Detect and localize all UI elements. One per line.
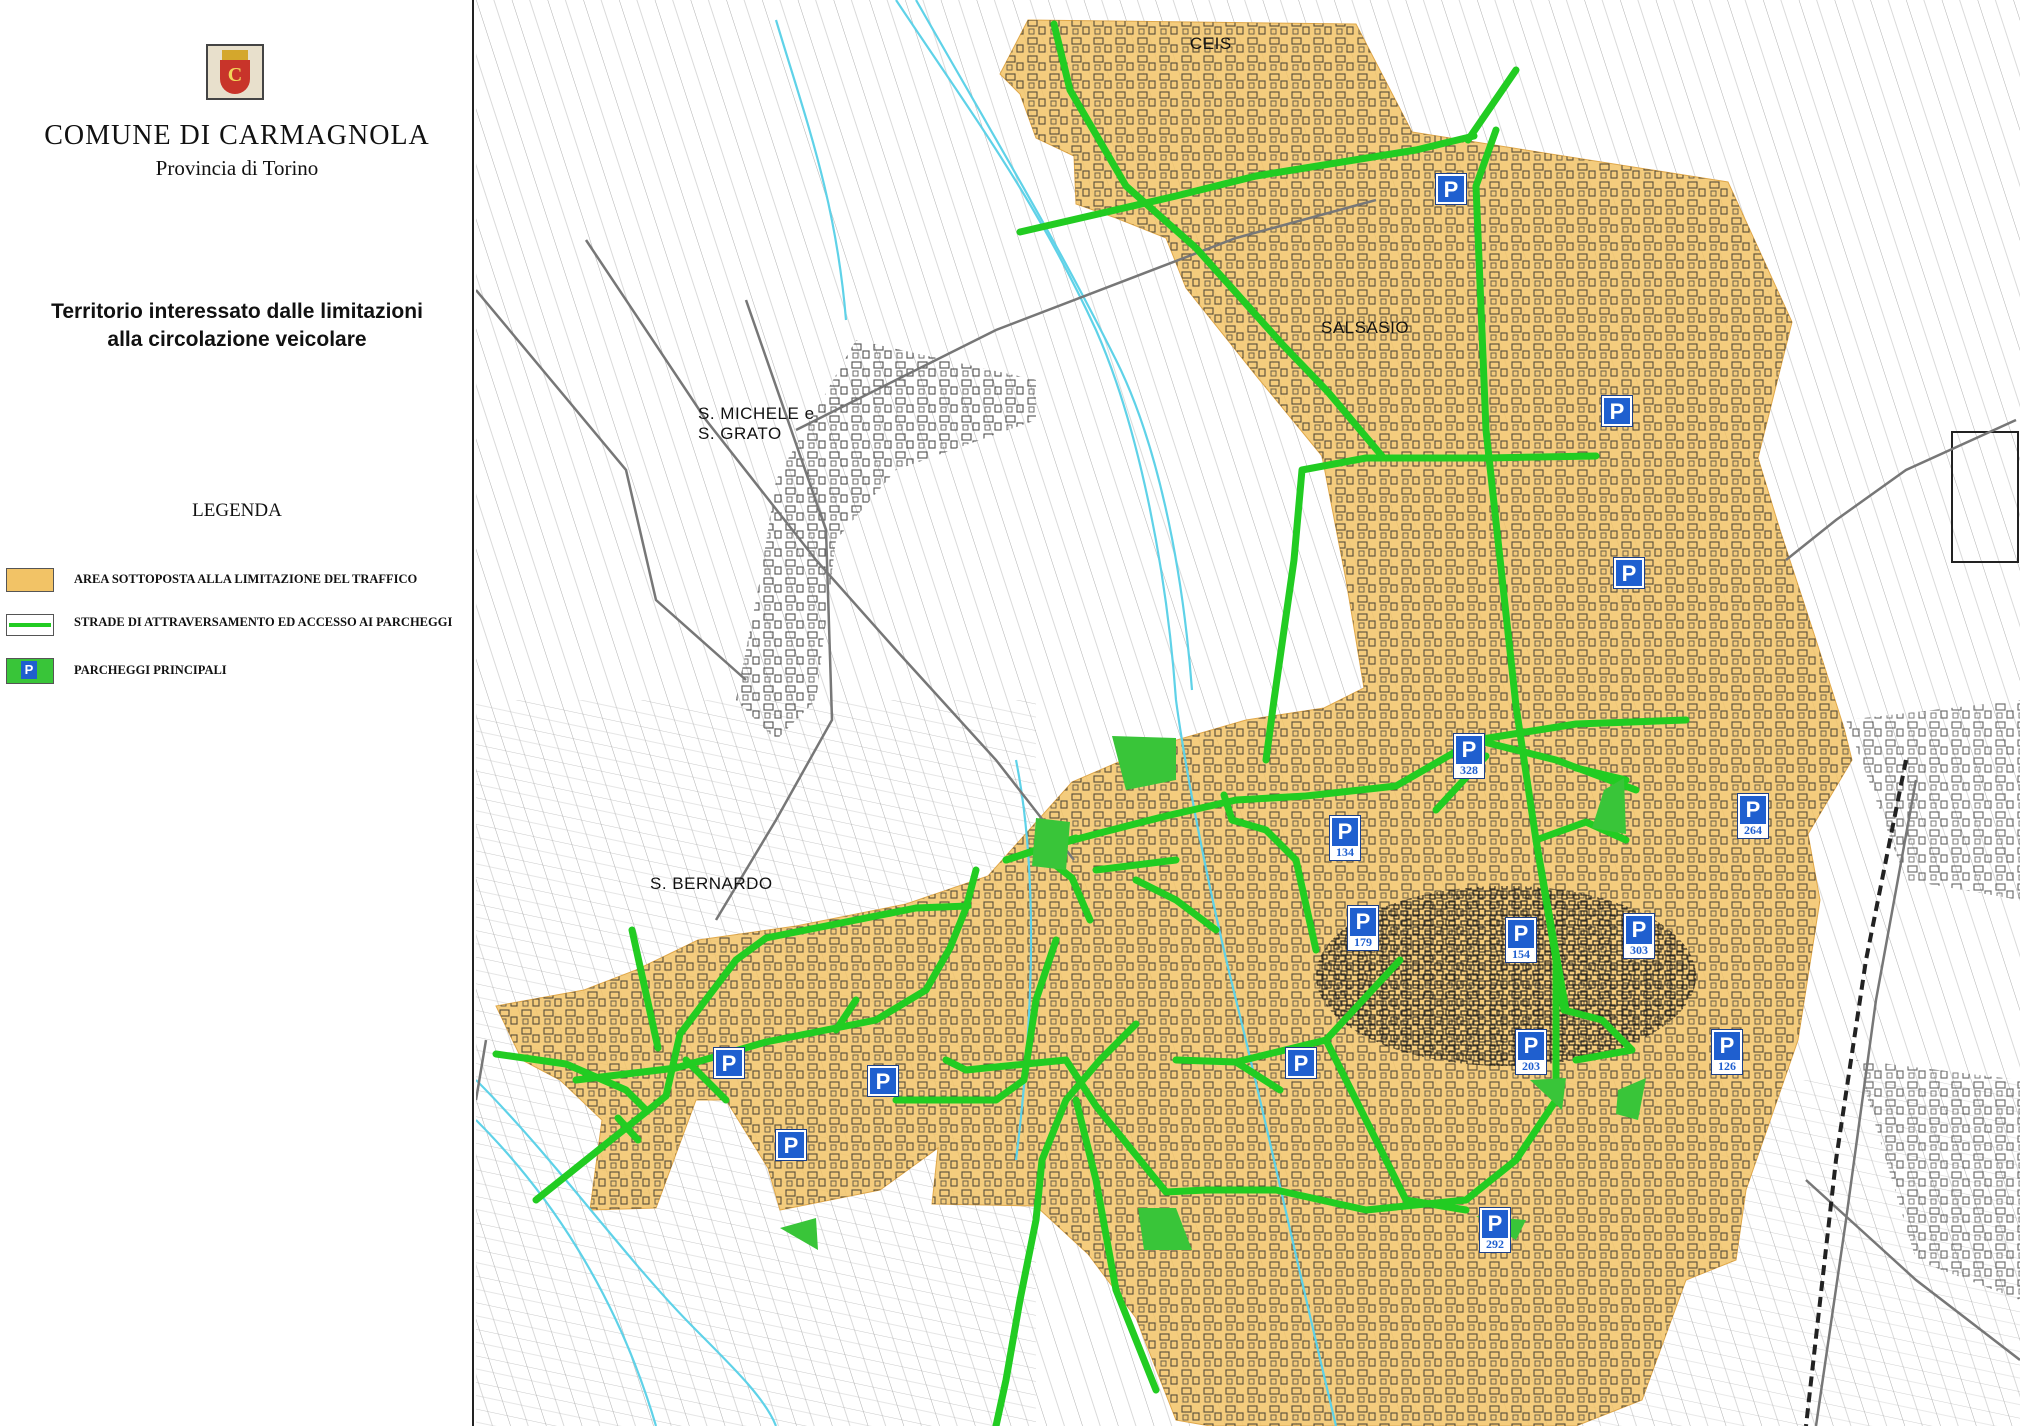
parking-marker-303[interactable]: P 303 — [1623, 913, 1655, 959]
parking-marker[interactable]: P — [1285, 1047, 1317, 1079]
parking-marker[interactable]: P — [713, 1047, 745, 1079]
legend-panel: C COMUNE DI CARMAGNOLA Provincia di Tori… — [0, 0, 474, 1426]
place-label-san-michele: S. MICHELE e S. GRATO — [698, 404, 815, 443]
parking-number: 126 — [1714, 1060, 1740, 1073]
parking-marker[interactable]: P — [1435, 173, 1467, 205]
place-label-salsasio: SALSASIO — [1321, 318, 1410, 337]
legend-label-roads: STRADE DI ATTRAVERSAMENTO ED ACCESSO AI … — [74, 615, 453, 629]
municipality-title: COMUNE DI CARMAGNOLA — [44, 120, 430, 151]
legend-label-parking: PARCHEGGI PRINCIPALI — [74, 663, 227, 677]
parking-marker-328[interactable]: P 328 — [1453, 733, 1485, 779]
place-label-ceis: CEIS — [1190, 34, 1232, 53]
map-drawing — [476, 0, 2020, 1426]
parking-marker-126[interactable]: P 126 — [1711, 1029, 1743, 1075]
parking-swatch: P — [6, 658, 54, 684]
parking-number: 134 — [1332, 846, 1358, 859]
legend-label-area: AREA SOTTOPOSTA ALLA LIMITAZIONE DEL TRA… — [74, 572, 418, 586]
map-canvas[interactable]: CEIS SALSASIO S. MICHELE e S. GRATO S. B… — [476, 0, 2020, 1426]
road-swatch — [6, 614, 54, 636]
parking-number: 264 — [1740, 824, 1766, 837]
crest-letter: C — [227, 64, 243, 86]
parking-marker-154[interactable]: P 154 — [1505, 917, 1537, 963]
parking-icon: P — [21, 661, 37, 679]
parking-number: 203 — [1518, 1060, 1544, 1073]
parking-number: 292 — [1482, 1238, 1508, 1251]
parking-marker-203[interactable]: P 203 — [1515, 1029, 1547, 1075]
parking-marker-292[interactable]: P 292 — [1479, 1207, 1511, 1253]
parking-marker[interactable]: P — [775, 1129, 807, 1161]
parking-number: 179 — [1350, 936, 1376, 949]
parking-marker-264[interactable]: P 264 — [1737, 793, 1769, 839]
parking-number: 303 — [1626, 944, 1652, 957]
parking-marker[interactable]: P — [1613, 557, 1645, 589]
parking-number: 154 — [1508, 948, 1534, 961]
parking-number: 328 — [1456, 764, 1482, 777]
map-heading-line2: alla circolazione veicolare — [107, 328, 367, 351]
crown-icon — [222, 50, 248, 60]
area-swatch — [6, 568, 54, 592]
parking-marker-134[interactable]: P 134 — [1329, 815, 1361, 861]
province-subtitle: Provincia di Torino — [155, 156, 319, 180]
parking-marker[interactable]: P — [1601, 395, 1633, 427]
parking-marker-179[interactable]: P 179 — [1347, 905, 1379, 951]
parking-marker[interactable]: P — [867, 1065, 899, 1097]
legend-title: LEGENDA — [192, 500, 282, 521]
map-heading: Territorio interessato dalle limitazioni… — [0, 298, 474, 354]
place-label-san-bernardo: S. BERNARDO — [650, 874, 773, 893]
map-heading-line1: Territorio interessato dalle limitazioni — [51, 300, 423, 323]
coat-of-arms-icon: C — [206, 44, 264, 100]
